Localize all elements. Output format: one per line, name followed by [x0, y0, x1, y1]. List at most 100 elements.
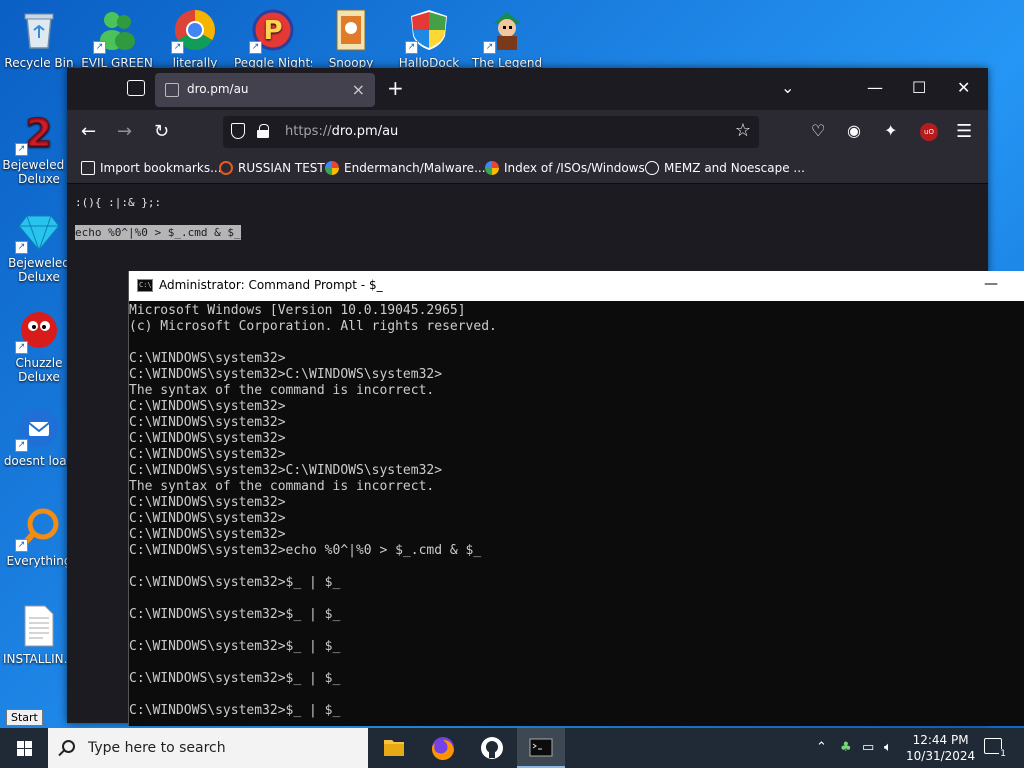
bookmark-label: Endermanch/Malware... [344, 161, 486, 175]
windows-logo-pane [25, 749, 32, 756]
cmd-titlebar[interactable]: C:\ Administrator: Command Prompt - $_ — [129, 271, 1024, 301]
desktop-icon-snoopy[interactable]: Snoopy [312, 8, 390, 70]
recycle-bin-icon [17, 8, 61, 52]
cmd-output-line: C:\WINDOWS\system32> [129, 527, 286, 542]
bookmarks-toolbar: Import bookmarks... RUSSIAN TEST Enderma… [67, 154, 988, 184]
cmd-output-line: C:\WINDOWS\system32>$_ | $_ [129, 607, 341, 622]
new-tab-button[interactable]: + [387, 76, 404, 100]
extensions-icon[interactable]: ✦ [884, 121, 897, 140]
bookmark-label: Import bookmarks... [100, 161, 222, 175]
navigation-toolbar: ← → ↻ https://dro.pm/au ☆ ♡ ◉ ✦ uO ☰ [67, 110, 988, 154]
taskbar-command-prompt[interactable] [517, 728, 565, 768]
minimize-button[interactable]: — [867, 78, 883, 97]
bookmark-endermanch[interactable]: Endermanch/Malware... [325, 161, 486, 175]
bookmark-import[interactable]: Import bookmarks... [81, 161, 222, 175]
pocket-icon[interactable]: ♡ [811, 121, 825, 140]
shortcut-arrow-icon: ↗ [483, 41, 496, 54]
import-icon [81, 161, 95, 175]
firefox-titlebar[interactable]: dro.pm/au × + ⌄ — ☐ ✕ [67, 68, 988, 110]
bookmark-label: MEMZ and Noescape ... [664, 161, 805, 175]
bookmark-isos[interactable]: Index of /ISOs/Windows [485, 161, 645, 175]
cmd-output-line: C:\WINDOWS\system32> [129, 447, 286, 462]
taskbar-clock[interactable]: 12:44 PM 10/31/2024 [906, 732, 975, 764]
firefox-view-icon[interactable] [127, 80, 145, 96]
clock-time: 12:44 PM [912, 733, 969, 747]
taskbar-search-box[interactable]: Type here to search [48, 728, 368, 768]
google-icon [325, 161, 339, 175]
cmd-output-line: C:\WINDOWS\system32> [129, 399, 286, 414]
desktop-icon-recycle-bin[interactable]: Recycle Bin [0, 8, 78, 70]
cmd-output-line: C:\WINDOWS\system32>$_ | $_ [129, 671, 341, 686]
taskbar-firefox[interactable] [419, 728, 467, 768]
taskbar-file-explorer[interactable] [370, 728, 418, 768]
tray-overflow-chevron-icon[interactable]: ⌃ [816, 740, 827, 755]
svg-text:P: P [263, 16, 282, 46]
desktop-icon-literally[interactable]: ↗ literally [156, 8, 234, 70]
svg-text:2: 2 [26, 111, 52, 154]
cmd-output-line: (c) Microsoft Corporation. All rights re… [129, 319, 497, 334]
globe-icon [645, 161, 659, 175]
cmd-output-line [129, 559, 1024, 575]
notification-count: 1 [999, 749, 1007, 759]
cmd-output-line: C:\WINDOWS\system32>$_ | $_ [129, 639, 341, 654]
cmd-output-line [129, 687, 1024, 703]
bookmark-memz[interactable]: MEMZ and Noescape ... [645, 161, 805, 175]
menu-hamburger-icon[interactable]: ☰ [956, 121, 972, 142]
network-icon[interactable]: ▭ [862, 740, 874, 755]
tray-app-icon[interactable]: ♣ [840, 740, 852, 755]
everything-search-icon: ↗ [15, 506, 61, 552]
peggle-icon: P ↗ [249, 8, 295, 54]
ublock-origin-icon[interactable]: uO [920, 123, 938, 141]
start-button[interactable] [0, 728, 48, 768]
back-button[interactable]: ← [81, 121, 96, 142]
thunderbird-icon: ↗ [15, 406, 61, 452]
tab-list-chevron-icon[interactable]: ⌄ [781, 78, 794, 97]
shortcut-arrow-icon: ↗ [93, 41, 106, 54]
notification-center-icon[interactable]: 1 [984, 738, 1007, 759]
clock-date: 10/31/2024 [906, 749, 976, 763]
cmd-minimize-button[interactable]: — [984, 276, 998, 292]
reload-button[interactable]: ↻ [154, 121, 169, 142]
github-icon [481, 737, 503, 759]
cmd-output-line: C:\WINDOWS\system32>$_ | $_ [129, 703, 341, 718]
tracking-protection-shield-icon[interactable] [231, 123, 245, 139]
command-prompt-window[interactable]: C:\ Administrator: Command Prompt - $_ —… [128, 271, 1024, 726]
google-icon [485, 161, 499, 175]
cmd-output-line: C:\WINDOWS\system32> [129, 351, 286, 366]
bookmark-russian-test[interactable]: RUSSIAN TEST [219, 161, 325, 175]
desktop-icon-evil-green[interactable]: ↗ EVIL GREEN [78, 8, 156, 70]
desktop-icon-hallodock[interactable]: ↗ HalloDock [390, 8, 468, 70]
desktop-icon-the-legend[interactable]: ↗ The Legend [468, 8, 546, 70]
windows-logo-pane [17, 749, 24, 756]
folder-icon [384, 740, 404, 756]
cmd-output-line: C:\WINDOWS\system32>$_ | $_ [129, 575, 341, 590]
address-bar[interactable]: https://dro.pm/au ☆ [223, 116, 759, 148]
tab-close-icon[interactable]: × [352, 80, 365, 99]
account-icon[interactable]: ◉ [847, 121, 861, 140]
close-button[interactable]: ✕ [957, 78, 970, 97]
forward-button[interactable]: → [117, 121, 132, 142]
cmd-icon: C:\ [137, 279, 153, 292]
lock-icon[interactable] [257, 124, 269, 138]
taskbar-github[interactable] [468, 728, 516, 768]
maximize-button[interactable]: ☐ [912, 78, 926, 97]
cmd-output-line [129, 623, 1024, 639]
browser-tab[interactable]: dro.pm/au × [155, 73, 375, 107]
firefox-icon [431, 737, 454, 761]
url-text[interactable]: https://dro.pm/au [285, 124, 398, 139]
page-text-line: :(){ :|:& };: [75, 196, 162, 209]
cmd-output-line [129, 591, 1024, 607]
page-text-selected-line: echo %0^|%0 > $_.cmd & $_ [75, 225, 241, 240]
cmd-output-line: C:\WINDOWS\system32> [129, 431, 286, 446]
green-people-icon: ↗ [93, 8, 139, 54]
volume-icon[interactable]: 🔈︎ [884, 740, 892, 755]
cmd-output-line [129, 335, 1024, 351]
cmd-output[interactable]: Microsoft Windows [Version 10.0.19045.29… [129, 301, 1024, 719]
shortcut-arrow-icon: ↗ [15, 143, 28, 156]
desktop-icon-peggle-nights[interactable]: P ↗ Peggle Nights [234, 8, 312, 70]
cmd-output-line: C:\WINDOWS\system32>C:\WINDOWS\system32> [129, 367, 443, 382]
shortcut-arrow-icon: ↗ [15, 539, 28, 552]
bookmark-star-icon[interactable]: ☆ [735, 120, 751, 141]
tab-title: dro.pm/au [187, 82, 249, 96]
url-scheme: https:// [285, 124, 332, 139]
